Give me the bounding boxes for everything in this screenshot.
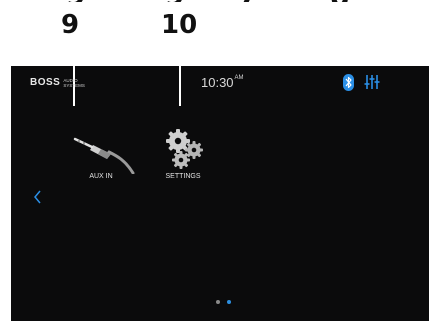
callout-number-settings: 10: [161, 10, 198, 40]
partial-callout-digit: 8: [330, 0, 370, 2]
partial-callout-digit: 9: [165, 0, 205, 2]
brand-tagline: AUDIO SYSTEMS: [63, 77, 85, 88]
gears-icon: [166, 129, 203, 169]
clock-ampm: AM: [234, 75, 244, 81]
page-dot-active[interactable]: [227, 300, 231, 304]
partial-callout-digit: 9: [66, 0, 106, 2]
bluetooth-icon[interactable]: [343, 74, 354, 91]
settings-label: SETTINGS: [165, 173, 201, 180]
brand-logo: BOSS AUDIO SYSTEMS: [30, 77, 85, 88]
aux-cable-icon: [73, 137, 135, 174]
page-dot[interactable]: [216, 300, 220, 304]
aux-in-label: AUX IN: [89, 173, 113, 180]
settings-button[interactable]: SETTINGS: [148, 126, 218, 191]
brand-name: BOSS: [30, 77, 61, 88]
chevron-left-icon[interactable]: [33, 189, 43, 205]
callout-number-aux: 9: [61, 10, 80, 40]
callout-leader-line: [179, 66, 181, 106]
page-indicator: [216, 300, 231, 304]
equalizer-icon[interactable]: [364, 74, 380, 90]
head-unit-screen: BOSS AUDIO SYSTEMS 10:30AM AUX IN SETTIN…: [11, 66, 429, 321]
clock-time: 10:30: [201, 75, 234, 90]
partial-callout-digit: 7: [238, 0, 278, 2]
aux-in-button[interactable]: AUX IN: [61, 126, 141, 191]
clock: 10:30AM: [201, 75, 244, 90]
